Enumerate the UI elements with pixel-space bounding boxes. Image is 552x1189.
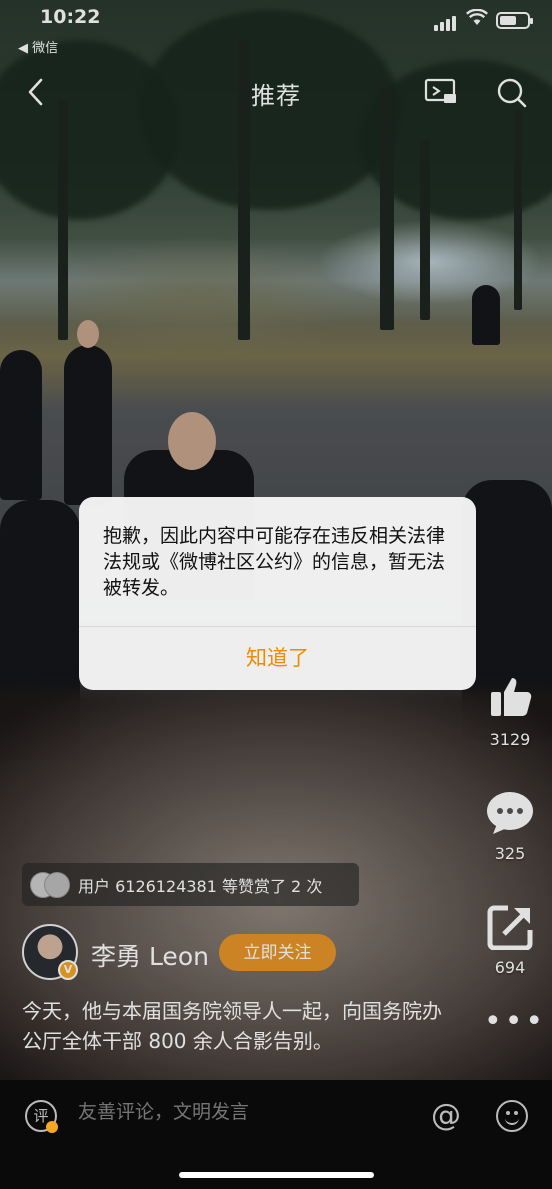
comment-icon-label: 评 <box>33 1107 49 1125</box>
alert-dialog: 抱歉，因此内容中可能存在违反相关法律法规或《微博社区公约》的信息，暂无法被转发。… <box>79 497 476 690</box>
comment-compose-icon[interactable]: 评 <box>25 1100 58 1133</box>
badge-dot <box>46 1121 58 1133</box>
dialog-ok-button[interactable]: 知道了 <box>79 627 476 690</box>
home-indicator[interactable] <box>179 1172 374 1178</box>
dialog-message: 抱歉，因此内容中可能存在违反相关法律法规或《微博社区公约》的信息，暂无法被转发。 <box>103 525 446 599</box>
comment-input[interactable] <box>78 1102 398 1124</box>
emoji-icon[interactable] <box>496 1100 528 1132</box>
mention-at-icon[interactable]: @ <box>431 1098 461 1133</box>
